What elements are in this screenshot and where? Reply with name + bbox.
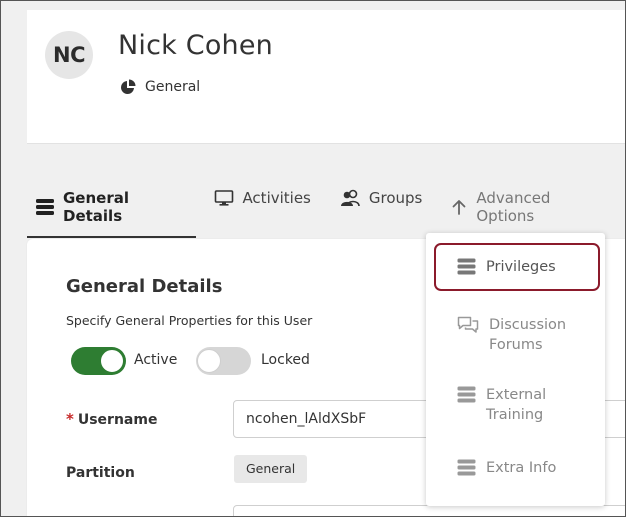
menu-item-label: Privileges	[486, 259, 556, 275]
menu-item-label: Discussion Forums	[489, 315, 566, 355]
list-icon	[36, 199, 54, 215]
menu-item-discussion-forums[interactable]: Discussion Forums	[434, 307, 600, 363]
tab-label: General Details	[63, 189, 129, 225]
required-mark: *	[66, 410, 74, 428]
list-icon	[457, 459, 476, 476]
toggle-knob	[100, 349, 124, 373]
menu-item-label: External Training	[486, 385, 546, 425]
tab-label: Activities	[242, 189, 311, 207]
toggle-knob	[197, 349, 221, 373]
tab-general-details[interactable]: General Details	[27, 181, 197, 238]
locked-toggle[interactable]	[196, 347, 251, 375]
next-field[interactable]	[233, 505, 626, 517]
username-label-text: Username	[77, 412, 158, 428]
pie-chart-icon	[121, 79, 136, 94]
tab-label: Advanced Options	[476, 189, 551, 225]
user-name: Nick Cohen	[118, 30, 273, 61]
section-title: General Details	[66, 276, 223, 297]
list-icon	[457, 386, 476, 403]
menu-item-external-training[interactable]: External Training	[434, 377, 600, 433]
menu-item-label-line1: External	[486, 387, 547, 403]
menu-item-label-line2: Forums	[489, 337, 543, 353]
user-role-label: General	[145, 79, 201, 95]
locked-label: Locked	[261, 352, 310, 368]
tab-bar: General Details Activities Groups Advanc…	[27, 181, 626, 238]
menu-item-label: Extra Info	[486, 460, 557, 476]
menu-item-label-line1: Discussion	[489, 317, 567, 333]
menu-item-extra-info[interactable]: Extra Info	[434, 450, 600, 486]
tab-label: Groups	[368, 189, 423, 207]
menu-item-privileges[interactable]: Privileges	[434, 243, 600, 291]
partition-chip[interactable]: General	[234, 455, 308, 483]
user-header-card	[27, 10, 626, 144]
menu-item-label-line2: Training	[486, 407, 544, 423]
avatar: NC	[45, 31, 93, 79]
username-label: * Username	[66, 410, 157, 428]
users-icon	[340, 189, 360, 207]
list-icon	[457, 258, 476, 275]
partition-label: Partition	[66, 465, 135, 481]
tab-advanced-options[interactable]: Advanced Options	[442, 181, 616, 236]
active-label: Active	[134, 352, 178, 368]
advanced-options-menu: Privileges Discussion Forums External Tr…	[426, 233, 605, 506]
user-role: General	[120, 79, 200, 95]
tab-groups[interactable]: Groups	[331, 181, 432, 218]
active-toggle[interactable]	[71, 347, 126, 375]
arrow-up-icon	[452, 200, 466, 215]
chat-icon	[457, 316, 479, 333]
section-subtitle: Specify General Properties for this User	[66, 313, 313, 328]
monitor-icon	[215, 190, 234, 206]
tab-activities[interactable]: Activities	[206, 181, 320, 218]
